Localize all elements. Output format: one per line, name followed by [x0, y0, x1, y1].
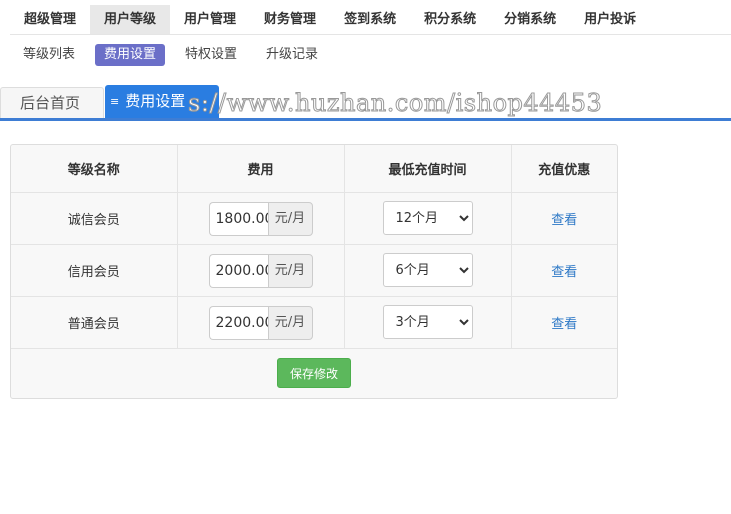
period-cell: 12个月: [344, 192, 512, 245]
tab-bar: 后台首页 ≡ 费用设置 s://www.huzhan.com/ishop44453: [0, 85, 731, 121]
tab-underline: [0, 118, 731, 121]
table-row: 诚信会员 元/月 12个月 查看: [11, 192, 617, 245]
fee-input-group: 元/月: [208, 202, 313, 236]
subnav-item-fee-settings[interactable]: 费用设置: [95, 44, 166, 66]
fee-unit: 元/月: [267, 202, 313, 236]
period-select[interactable]: 6个月: [382, 253, 473, 287]
fee-unit: 元/月: [267, 306, 313, 340]
save-button[interactable]: 保存修改: [276, 357, 351, 388]
table-footer: 保存修改: [11, 349, 617, 400]
period-cell: 3个月: [344, 296, 512, 349]
header-level-name: 等级名称: [11, 145, 178, 193]
topnav-item-complaints[interactable]: 用户投诉: [570, 5, 650, 34]
topnav-item-checkin[interactable]: 签到系统: [330, 5, 410, 34]
fee-table: 等级名称 费用 最低充值时间 充值优惠 诚信会员 元/月 12个月: [11, 145, 617, 349]
view-discount-link[interactable]: 查看: [551, 213, 577, 228]
tab-fee-settings-label: 费用设置: [125, 92, 186, 110]
subnav-item-level-list[interactable]: 等级列表: [14, 44, 84, 66]
sub-nav: 等级列表 费用设置 特权设置 升级记录: [14, 44, 338, 66]
topnav-item-distribution[interactable]: 分销系统: [490, 5, 570, 34]
fee-input[interactable]: [208, 202, 268, 236]
topnav-item-user-management[interactable]: 用户管理: [170, 5, 250, 34]
fee-unit: 元/月: [267, 254, 313, 288]
discount-cell: 查看: [511, 296, 617, 349]
watermark-text: s://www.huzhan.com/ishop44453: [187, 89, 603, 118]
fee-cell: 元/月: [177, 296, 345, 349]
topnav-item-finance[interactable]: 财务管理: [250, 5, 330, 34]
period-select[interactable]: 12个月: [382, 201, 473, 235]
period-cell: 6个月: [344, 244, 512, 297]
fee-input-group: 元/月: [208, 306, 313, 340]
level-name: 诚信会员: [11, 192, 178, 245]
discount-cell: 查看: [511, 244, 617, 297]
header-fee: 费用: [177, 145, 345, 193]
header-min-period: 最低充值时间: [344, 145, 512, 193]
fee-input-group: 元/月: [208, 254, 313, 288]
table-row: 信用会员 元/月 6个月 查看: [11, 244, 617, 297]
level-name: 信用会员: [11, 244, 178, 297]
topnav-item-points[interactable]: 积分系统: [410, 5, 490, 34]
fee-input[interactable]: [208, 306, 268, 340]
view-discount-link[interactable]: 查看: [551, 317, 577, 332]
header-discount: 充值优惠: [511, 145, 617, 193]
level-name: 普通会员: [11, 296, 178, 349]
tab-home[interactable]: 后台首页: [0, 87, 104, 118]
top-nav: 超级管理 用户等级 用户管理 财务管理 签到系统 积分系统 分销系统 用户投诉: [10, 5, 731, 35]
topnav-item-user-level[interactable]: 用户等级: [90, 5, 171, 34]
list-icon: ≡: [110, 95, 120, 108]
tab-fee-settings[interactable]: ≡ 费用设置: [105, 85, 219, 118]
fee-input[interactable]: [208, 254, 268, 288]
fee-table-panel: 等级名称 费用 最低充值时间 充值优惠 诚信会员 元/月 12个月: [10, 144, 618, 399]
table-header-row: 等级名称 费用 最低充值时间 充值优惠: [11, 145, 617, 193]
fee-cell: 元/月: [177, 244, 345, 297]
table-row: 普通会员 元/月 3个月 查看: [11, 296, 617, 349]
topnav-item-super-admin[interactable]: 超级管理: [10, 5, 90, 34]
view-discount-link[interactable]: 查看: [551, 265, 577, 280]
subnav-item-upgrade-log[interactable]: 升级记录: [257, 44, 327, 66]
discount-cell: 查看: [511, 192, 617, 245]
period-select[interactable]: 3个月: [382, 305, 473, 339]
fee-cell: 元/月: [177, 192, 345, 245]
subnav-item-privileges[interactable]: 特权设置: [176, 44, 246, 66]
